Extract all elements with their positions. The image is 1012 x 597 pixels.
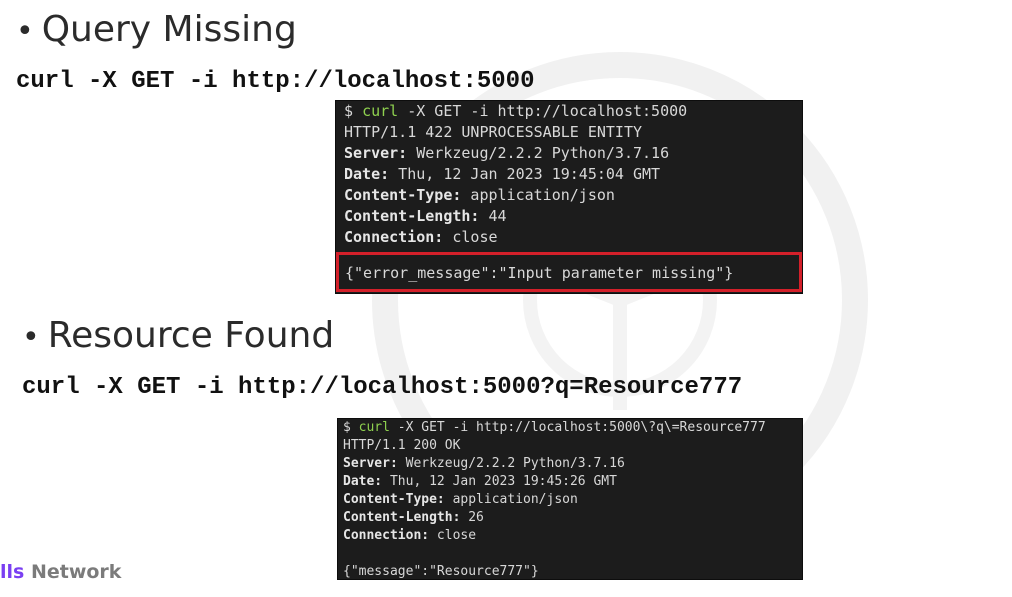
header-key: Connection:: [343, 528, 430, 543]
header-value: application/json: [461, 186, 615, 204]
heading-resource-found: • Resource Found: [22, 318, 334, 354]
header-value: close: [443, 228, 498, 246]
brand-name-text: Network: [24, 561, 122, 583]
bullet-marker: •: [22, 320, 40, 355]
header-key: Server:: [344, 144, 408, 162]
prompt-line: $ curl -X GET -i http://localhost:5000\?…: [343, 419, 797, 437]
header-line: Content-Length: 26: [343, 509, 797, 527]
header-value: Thu, 12 Jan 2023 19:45:04 GMT: [389, 165, 661, 183]
header-key: Date:: [343, 474, 383, 489]
header-value: application/json: [444, 492, 578, 507]
header-line: Server: Werkzeug/2.2.2 Python/3.7.16: [344, 143, 794, 164]
bullet-marker: •: [16, 14, 34, 49]
header-line: Connection: close: [343, 527, 797, 545]
header-key: Content-Type:: [343, 492, 445, 507]
header-value: close: [429, 528, 477, 543]
header-key: Date:: [344, 165, 390, 183]
prompt-line: $ curl -X GET -i http://localhost:5000: [344, 101, 794, 122]
curl-command-query-missing: curl -X GET -i http://localhost:5000: [16, 68, 535, 95]
status-line: HTTP/1.1 200 OK: [343, 438, 461, 453]
header-line: Date: Thu, 12 Jan 2023 19:45:26 GMT: [343, 473, 797, 491]
heading-query-missing: • Query Missing: [16, 12, 297, 48]
header-line: Date: Thu, 12 Jan 2023 19:45:04 GMT: [344, 164, 794, 185]
header-value: 26: [460, 510, 484, 525]
status-line: HTTP/1.1 422 UNPROCESSABLE ENTITY: [344, 123, 643, 141]
prompt-args: -X GET -i http://localhost:5000\?q\=Reso…: [389, 420, 766, 435]
prompt-command: curl: [358, 420, 390, 435]
prompt-symbol: $: [343, 420, 359, 435]
header-value: Thu, 12 Jan 2023 19:45:26 GMT: [382, 474, 617, 489]
header-line: Content-Length: 44: [344, 206, 794, 227]
header-value: Werkzeug/2.2.2 Python/3.7.16: [407, 144, 670, 162]
prompt-symbol: $: [344, 102, 363, 120]
error-response-highlight: {"error_message":"Input parameter missin…: [336, 252, 802, 292]
curl-command-resource-found: curl -X GET -i http://localhost:5000?q=R…: [22, 374, 743, 401]
header-key: Server:: [343, 456, 398, 471]
header-key: Content-Type:: [344, 186, 462, 204]
header-line: Content-Type: application/json: [343, 491, 797, 509]
header-key: Content-Length:: [344, 207, 480, 225]
header-line: Content-Type: application/json: [344, 185, 794, 206]
response-body: {"error_message":"Input parameter missin…: [345, 264, 734, 282]
brand-accent-text: lls: [0, 561, 25, 583]
header-line: Server: Werkzeug/2.2.2 Python/3.7.16: [343, 455, 797, 473]
terminal-query-missing: $ curl -X GET -i http://localhost:5000 H…: [335, 100, 803, 294]
brand-logo-text: lls Network: [0, 561, 121, 583]
heading-text: Query Missing: [41, 9, 297, 50]
header-value: 44: [479, 207, 507, 225]
prompt-args: -X GET -i http://localhost:5000: [398, 102, 688, 120]
terminal-resource-found: $ curl -X GET -i http://localhost:5000\?…: [337, 418, 803, 580]
prompt-command: curl: [362, 102, 399, 120]
header-value: Werkzeug/2.2.2 Python/3.7.16: [397, 456, 625, 471]
header-line: Connection: close: [344, 227, 794, 248]
header-key: Connection:: [344, 228, 444, 246]
header-key: Content-Length:: [343, 510, 461, 525]
response-body: {"message":"Resource777"}: [343, 564, 539, 579]
heading-text: Resource Found: [47, 315, 335, 356]
